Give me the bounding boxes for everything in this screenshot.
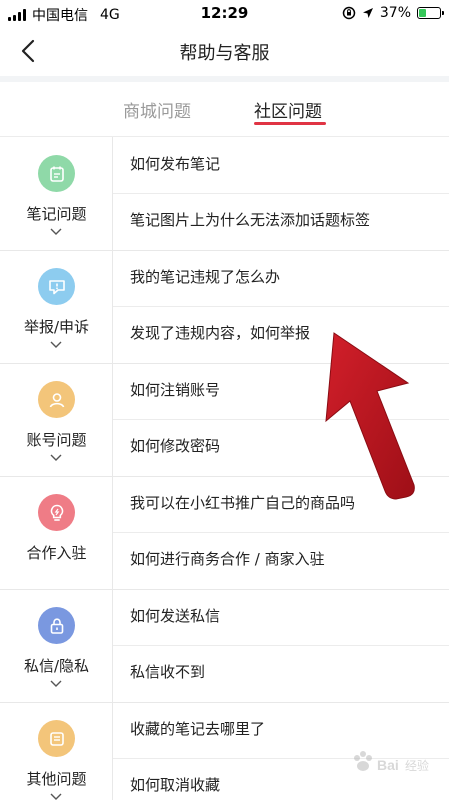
divider: [113, 306, 449, 307]
category-report: 举报/申诉 我的笔记违规了怎么办 发现了违规内容，如何举报: [0, 250, 449, 364]
category-name: 账号问题: [26, 431, 87, 449]
location-icon: [362, 8, 373, 18]
battery-fill: [419, 9, 427, 17]
question-item[interactable]: 如何注销账号: [130, 379, 220, 400]
tab-shop-questions[interactable]: 商城问题: [123, 97, 191, 122]
tab-community-questions[interactable]: 社区问题: [254, 97, 322, 122]
question-item[interactable]: 如何发布笔记: [130, 153, 220, 174]
category-header[interactable]: 其他问题: [0, 702, 113, 800]
category-name: 合作入驻: [26, 544, 87, 562]
category-account: 账号问题 如何注销账号 如何修改密码: [0, 363, 449, 477]
question-item[interactable]: 收藏的笔记去哪里了: [130, 718, 265, 739]
category-header[interactable]: 笔记问题: [0, 137, 113, 251]
divider: [113, 193, 449, 194]
chevron-down-icon: [50, 793, 62, 800]
svg-text:经验: 经验: [405, 758, 429, 773]
question-item[interactable]: 如何取消收藏: [130, 774, 220, 795]
question-item[interactable]: 私信收不到: [130, 661, 205, 682]
divider: [113, 532, 449, 533]
category-header[interactable]: 账号问题: [0, 363, 113, 477]
question-item[interactable]: 如何进行商务合作 / 商家入驻: [130, 548, 325, 569]
question-item[interactable]: 如何修改密码: [130, 435, 220, 456]
category-privacy: 私信/隐私 如何发送私信 私信收不到: [0, 589, 449, 703]
nav-bar: 帮助与客服: [0, 26, 449, 76]
question-item[interactable]: 如何发送私信: [130, 605, 220, 626]
category-header[interactable]: 私信/隐私: [0, 589, 113, 703]
baidu-watermark-logo: Bai 经验: [354, 751, 429, 773]
category-notes: 笔记问题 如何发布笔记 笔记图片上为什么无法添加话题标签: [0, 137, 449, 251]
category-header[interactable]: 举报/申诉: [0, 250, 113, 364]
category-name: 私信/隐私: [23, 657, 90, 675]
category-cooperation: 合作入驻 我可以在小红书推广自己的商品吗 如何进行商务合作 / 商家入驻: [0, 476, 449, 590]
battery-percent: 37%: [379, 5, 411, 21]
lock-icon: [38, 607, 75, 644]
active-tab-indicator: [254, 122, 326, 125]
divider: [113, 645, 449, 646]
chevron-down-icon: [50, 228, 62, 235]
status-bar: 中国电信 4G 12:29 37%: [0, 0, 449, 26]
chevron-down-icon: [50, 454, 62, 461]
question-item[interactable]: 我的笔记违规了怎么办: [130, 266, 280, 287]
chevron-down-icon: [50, 680, 62, 687]
divider: [113, 419, 449, 420]
other-icon: [38, 720, 75, 757]
rotation-lock-icon: [342, 6, 356, 20]
bulb-icon: [38, 494, 75, 531]
category-name: 笔记问题: [26, 205, 87, 223]
tab-bar: 商城问题 社区问题: [0, 82, 449, 136]
category-name: 其他问题: [26, 770, 87, 788]
svg-text:Bai: Bai: [377, 757, 399, 773]
question-item[interactable]: 我可以在小红书推广自己的商品吗: [130, 492, 355, 513]
category-header[interactable]: 合作入驻: [0, 476, 113, 590]
status-right: 37%: [342, 5, 444, 21]
page-title: 帮助与客服: [179, 43, 270, 64]
question-item[interactable]: 笔记图片上为什么无法添加话题标签: [130, 209, 370, 230]
category-name: 举报/申诉: [23, 318, 90, 336]
account-icon: [38, 381, 75, 418]
battery-icon: [417, 7, 444, 19]
report-icon: [38, 268, 75, 305]
question-item[interactable]: 发现了违规内容，如何举报: [130, 322, 310, 343]
note-icon: [38, 155, 75, 192]
chevron-down-icon: [50, 341, 62, 348]
